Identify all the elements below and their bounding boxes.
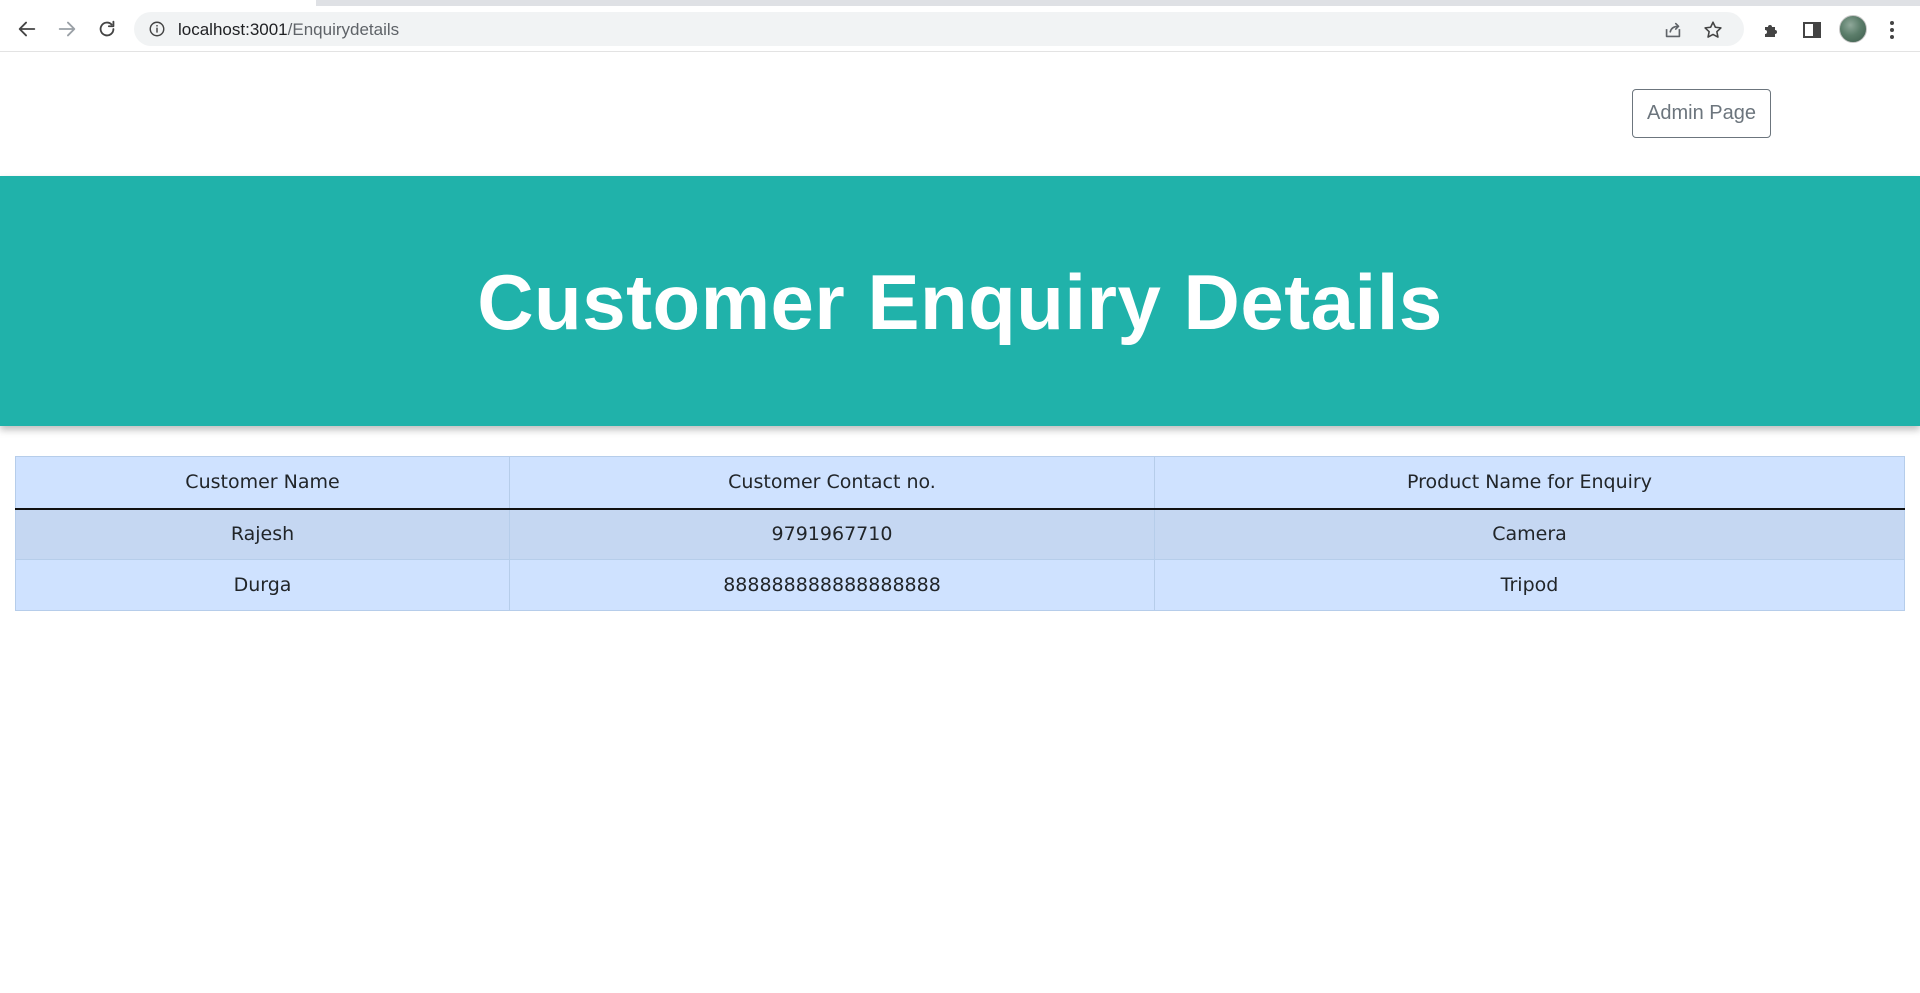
forward-arrow-icon: [58, 21, 76, 37]
table-row: Rajesh 9791967710 Camera: [15, 508, 1905, 560]
cell-contact: 888888888888888888: [509, 559, 1155, 611]
kebab-menu-icon[interactable]: [1882, 18, 1902, 42]
profile-avatar[interactable]: [1839, 15, 1867, 43]
enquiry-table: Customer Name Customer Contact no. Produ…: [15, 456, 1905, 611]
cell-contact: 9791967710: [509, 508, 1155, 560]
reload-button[interactable]: [92, 14, 122, 44]
column-header-product: Product Name for Enquiry: [1154, 456, 1905, 510]
table-header-row: Customer Name Customer Contact no. Produ…: [15, 456, 1905, 510]
star-icon[interactable]: [1702, 19, 1724, 41]
info-icon[interactable]: [148, 20, 166, 38]
cell-product: Camera: [1154, 508, 1905, 560]
url-host: localhost:3001: [178, 20, 288, 39]
cell-customer-name: Rajesh: [15, 508, 510, 560]
puzzle-icon[interactable]: [1760, 18, 1784, 42]
share-icon[interactable]: [1662, 19, 1684, 41]
page-title: Customer Enquiry Details: [477, 257, 1443, 346]
reload-icon: [99, 20, 115, 37]
browser-toolbar: localhost:3001/Enquirydetails: [0, 6, 1920, 52]
address-bar[interactable]: localhost:3001/Enquirydetails: [134, 12, 1744, 46]
back-arrow-icon: [18, 21, 36, 37]
cell-customer-name: Durga: [15, 559, 510, 611]
back-button[interactable]: [12, 14, 42, 44]
column-header-contact: Customer Contact no.: [509, 456, 1155, 510]
table-row: Durga 888888888888888888 Tripod: [15, 559, 1905, 611]
side-panel-icon[interactable]: [1800, 18, 1824, 42]
cell-product: Tripod: [1154, 559, 1905, 611]
page-banner: Customer Enquiry Details: [0, 176, 1920, 426]
admin-page-button[interactable]: Admin Page: [1632, 89, 1771, 138]
column-header-customer-name: Customer Name: [15, 456, 510, 510]
forward-button[interactable]: [52, 14, 82, 44]
url-text[interactable]: localhost:3001/Enquirydetails: [178, 20, 399, 40]
url-path: /Enquirydetails: [287, 20, 400, 39]
